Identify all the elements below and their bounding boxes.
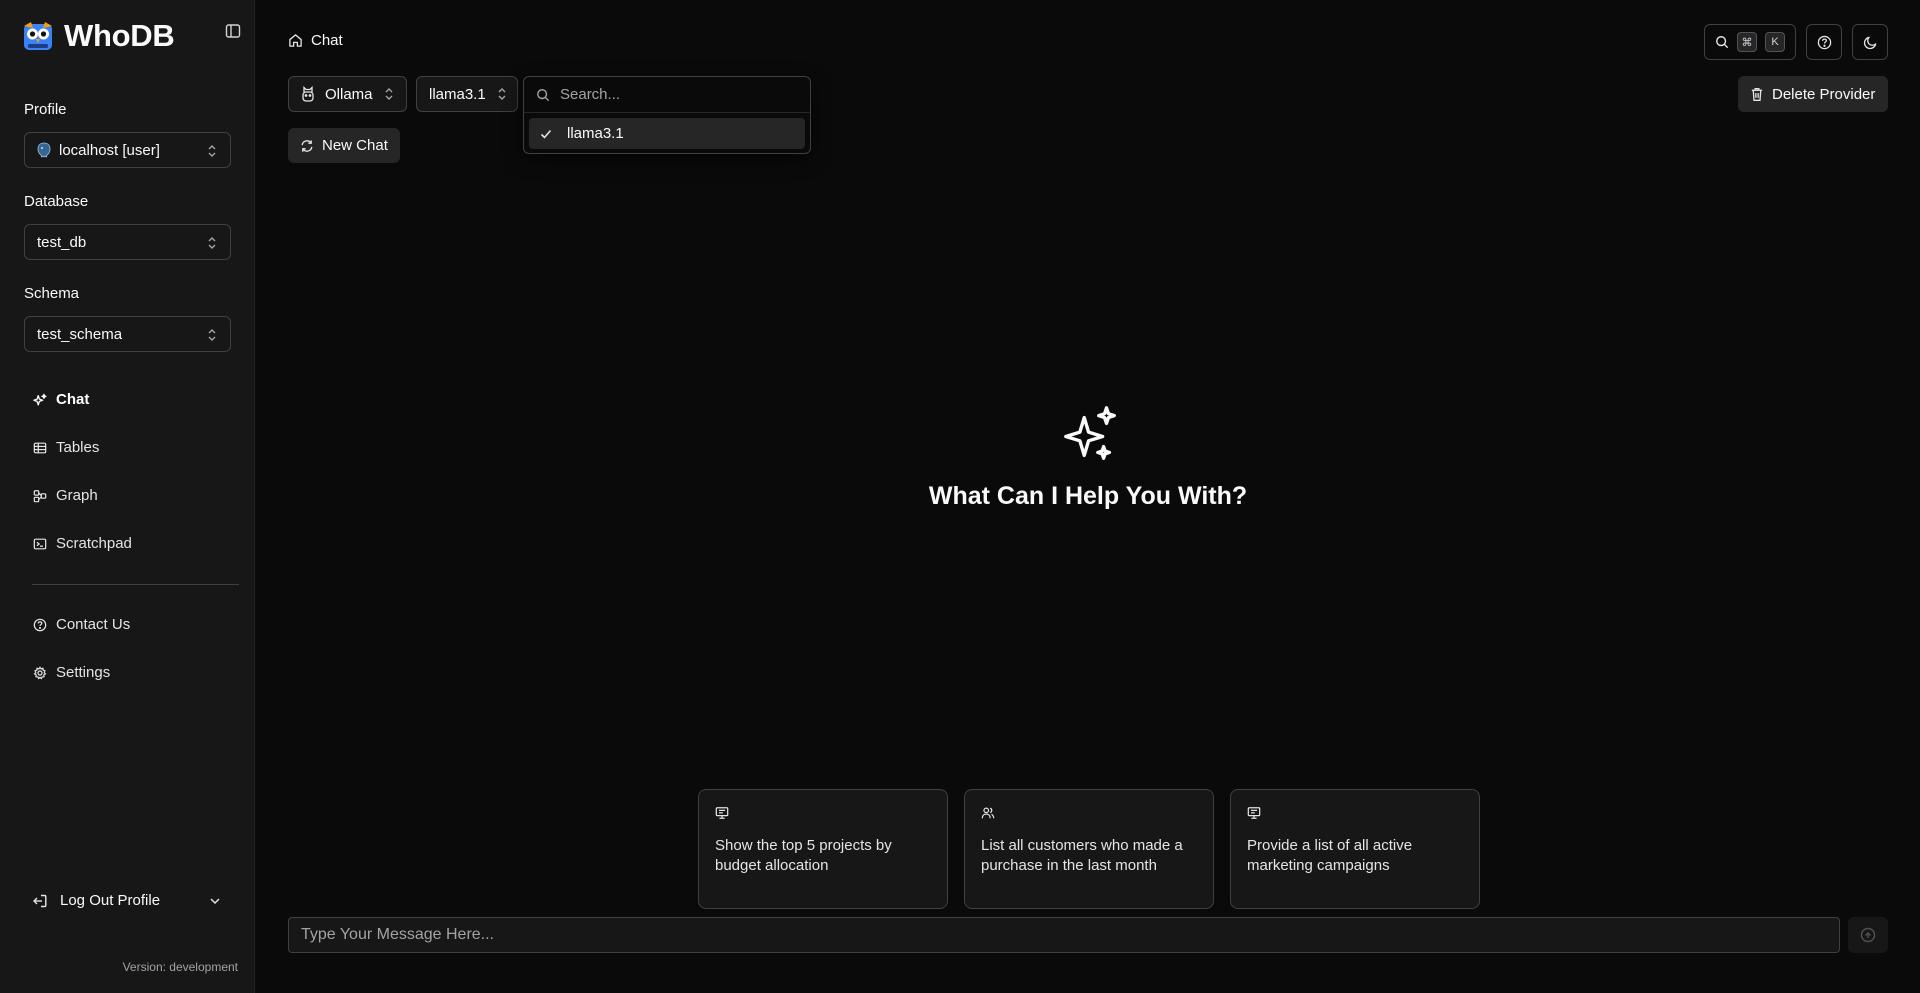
sidebar-item-label: Scratchpad xyxy=(56,535,132,552)
message-input[interactable] xyxy=(288,917,1840,953)
help-circle-icon xyxy=(32,617,48,633)
schema-label: Schema xyxy=(24,285,80,302)
chevrons-up-down-icon xyxy=(206,236,218,250)
brand-name: WhoDB xyxy=(64,18,175,53)
top-toolbar: ⌘ K xyxy=(1704,24,1888,60)
moon-icon xyxy=(1863,35,1878,50)
sidebar-item-label: Contact Us xyxy=(56,616,131,633)
schema-value: test_schema xyxy=(37,325,123,343)
delete-provider-button[interactable]: Delete Provider xyxy=(1738,76,1888,112)
sidebar-item-label: Tables xyxy=(56,439,100,456)
trash-icon xyxy=(1750,87,1764,102)
suggestion-text: Show the top 5 projects by budget alloca… xyxy=(715,837,892,874)
breadcrumb-current: Chat xyxy=(311,32,343,49)
logout-label: Log Out Profile xyxy=(60,892,161,909)
suggestion-card[interactable]: Show the top 5 projects by budget alloca… xyxy=(698,789,948,909)
suggestion-card[interactable]: List all customers who made a purchase i… xyxy=(964,789,1214,909)
database-label: Database xyxy=(24,193,89,210)
sidebar-divider xyxy=(32,584,239,585)
graph-icon xyxy=(32,488,48,504)
model-option-label: llama3.1 xyxy=(567,125,624,142)
profile-label: Profile xyxy=(24,101,67,118)
chevron-down-icon[interactable] xyxy=(208,894,222,908)
search-icon xyxy=(536,88,550,102)
schema-select[interactable]: test_schema xyxy=(24,316,231,352)
sidebar-item-label: Graph xyxy=(56,487,98,504)
presentation-icon xyxy=(715,806,729,820)
chevrons-up-down-icon xyxy=(206,144,218,158)
provider-value: Ollama xyxy=(325,85,373,103)
new-chat-label: New Chat xyxy=(322,137,388,154)
postgres-elephant-icon xyxy=(37,142,51,158)
sidebar-item-label: Settings xyxy=(56,664,111,681)
provider-select[interactable]: Ollama xyxy=(288,76,407,112)
table-icon xyxy=(32,440,48,456)
theme-toggle-button[interactable] xyxy=(1852,24,1888,60)
new-chat-button[interactable]: New Chat xyxy=(288,128,400,163)
sidebar-item-tables[interactable]: Tables xyxy=(32,439,99,456)
kbd-k: K xyxy=(1765,32,1785,52)
chevrons-up-down-icon xyxy=(496,87,508,101)
sidebar-item-scratchpad[interactable]: Scratchpad xyxy=(32,535,132,552)
command-search-button[interactable]: ⌘ K xyxy=(1704,24,1796,60)
sparkles-icon xyxy=(1060,404,1122,466)
model-value: llama3.1 xyxy=(429,85,486,103)
ollama-logo-icon xyxy=(301,86,315,102)
sparkles-icon xyxy=(32,392,48,408)
model-select[interactable]: llama3.1 xyxy=(416,76,518,112)
search-icon xyxy=(1715,35,1729,49)
chevrons-up-down-icon xyxy=(383,87,395,101)
sidebar-panel-icon xyxy=(225,23,241,39)
version-label: Version: development xyxy=(122,960,238,974)
send-circle-icon xyxy=(1860,927,1876,943)
logout-button[interactable]: Log Out Profile xyxy=(32,892,222,909)
breadcrumb[interactable]: Chat xyxy=(288,32,343,49)
sidebar-item-chat[interactable]: Chat xyxy=(32,391,89,408)
delete-provider-label: Delete Provider xyxy=(1772,85,1876,103)
check-icon xyxy=(539,127,553,141)
profile-select[interactable]: localhost [user] xyxy=(24,132,231,168)
kbd-command: ⌘ xyxy=(1737,32,1757,52)
model-option[interactable]: llama3.1 xyxy=(529,118,805,149)
sidebar-item-settings[interactable]: Settings xyxy=(32,664,110,681)
hero-title: What Can I Help You With? xyxy=(928,482,1248,510)
profile-value: localhost [user] xyxy=(59,141,160,159)
home-icon xyxy=(288,33,303,48)
sidebar: WhoDB Profile localhost [user] Database … xyxy=(0,0,255,993)
database-value: test_db xyxy=(37,233,87,251)
presentation-icon xyxy=(1247,806,1261,820)
help-circle-icon xyxy=(1817,35,1832,50)
chevrons-up-down-icon xyxy=(206,328,218,342)
terminal-icon xyxy=(32,536,48,552)
gear-icon xyxy=(32,665,48,681)
sidebar-item-graph[interactable]: Graph xyxy=(32,487,98,504)
suggestion-text: List all customers who made a purchase i… xyxy=(981,837,1183,874)
suggestion-text: Provide a list of all active marketing c… xyxy=(1247,837,1413,874)
sidebar-toggle-button[interactable] xyxy=(222,20,244,42)
send-button[interactable] xyxy=(1848,917,1888,953)
database-select[interactable]: test_db xyxy=(24,224,231,260)
users-icon xyxy=(981,806,995,820)
log-out-icon xyxy=(32,893,48,909)
sidebar-item-contact-us[interactable]: Contact Us xyxy=(32,616,130,633)
help-button[interactable] xyxy=(1806,24,1842,60)
main-content: Chat ⌘ K Ollama llama3.1 Search... llama… xyxy=(256,0,1920,993)
sidebar-item-label: Chat xyxy=(56,391,90,408)
model-dropdown: llama3.1 xyxy=(523,76,811,154)
suggestion-card[interactable]: Provide a list of all active marketing c… xyxy=(1230,789,1480,909)
brand[interactable]: WhoDB xyxy=(22,18,175,54)
model-search-bar xyxy=(524,77,810,113)
model-search-input[interactable] xyxy=(558,85,788,104)
refresh-icon xyxy=(300,139,314,153)
owl-logo-icon xyxy=(22,20,54,52)
